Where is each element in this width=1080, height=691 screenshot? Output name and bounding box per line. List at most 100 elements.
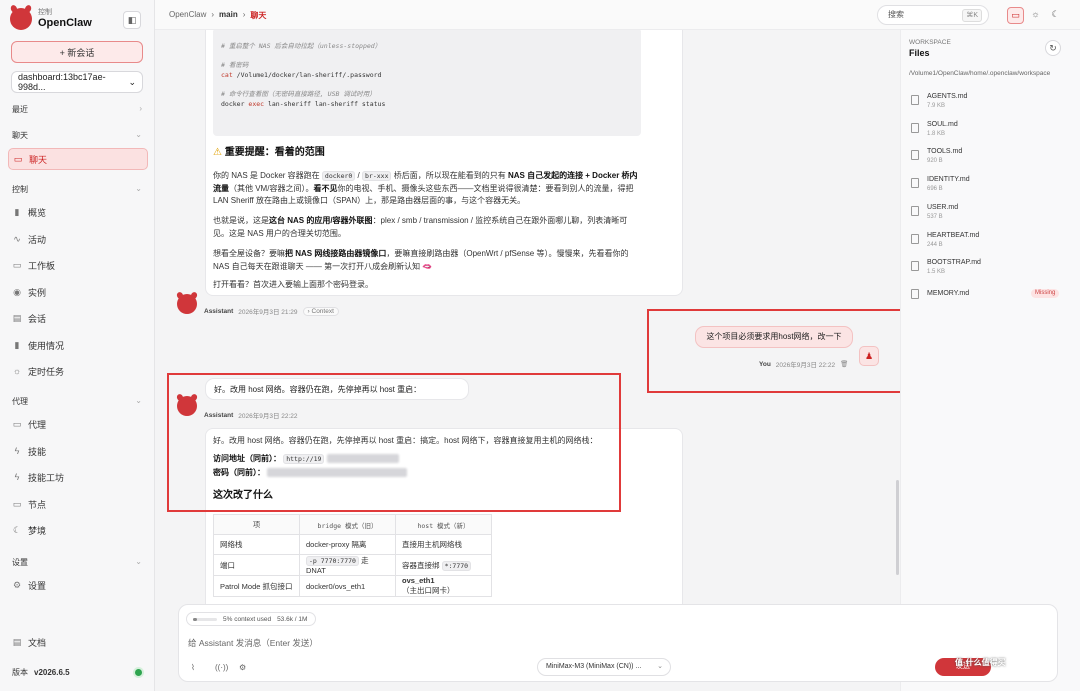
chevron-down-icon: ⌄ [657, 663, 663, 670]
sidebar-item-label: 会话 [28, 313, 47, 324]
session-select[interactable]: dashboard:13bc17ae-998d... ⌄ [11, 71, 143, 93]
refresh-icon[interactable]: ↻ [1045, 40, 1061, 56]
table-cell: docker-proxy 隔离 [299, 534, 396, 555]
breadcrumb-agent[interactable]: main [219, 10, 238, 21]
table-row: Patrol Mode 抓包接口 docker0/ovs_eth1 ovs_et… [213, 575, 492, 597]
message-input[interactable]: 给 Assistant 发消息（Enter 发送） [188, 637, 318, 649]
sidebar-item-sessions[interactable]: ▤ 会话 [8, 308, 148, 328]
table-header: bridge 模式（旧） [299, 514, 396, 535]
token-count: 53.6k / 1M [277, 615, 308, 623]
code-line: # 重启整个 NAS 后会自动拉起（unless-stopped） [221, 42, 382, 50]
folder-icon: ▭ [12, 418, 22, 429]
model-select[interactable]: MiniMax-M3 (MiniMax (CN)) ... ⌄ [537, 658, 671, 676]
code-line: cat /Volume1/docker/lan-sheriff/.passwor… [221, 70, 382, 79]
file-name: TOOLS.md [927, 148, 963, 156]
chat-thread: # 重启整个 NAS 后会自动拉起（unless-stopped） # 看密码 c… [155, 30, 900, 605]
file-item[interactable]: IDENTITY.md 696 B [911, 176, 1071, 196]
sidebar-item-usage[interactable]: ▮ 使用情况 [8, 335, 148, 355]
brand-subtitle: 控制 [38, 9, 52, 16]
code-line: # 看密码 [221, 61, 249, 70]
new-chat-button[interactable]: + 新会话 [11, 41, 143, 63]
microphone-icon[interactable]: ((·)) [215, 663, 228, 672]
paragraph: 想看全屋设备？要嘛把 NAS 网线接路由器镜像口，要嘛直接刷路由器（OpenWr… [213, 249, 629, 271]
sun-icon: ☼ [12, 366, 22, 376]
file-icon [911, 122, 919, 133]
breadcrumb-current: 聊天 [250, 11, 267, 20]
file-size: 244 B [927, 241, 943, 248]
sidebar-item-label: 节点 [28, 499, 47, 510]
sidebar-item-label: 定时任务 [28, 366, 65, 377]
document-icon: ▤ [12, 312, 22, 323]
file-icon [911, 178, 919, 189]
code-block[interactable]: # 重启整个 NAS 后会自动拉起（unless-stopped） # 看密码 c… [213, 30, 641, 136]
sidebar-item-skills[interactable]: ϟ 技能 [8, 441, 148, 461]
inline-code: -p 7770:7770 [306, 556, 359, 566]
brand[interactable]: 控制 OpenClaw [10, 8, 92, 30]
file-icon [911, 288, 919, 299]
session-value: dashboard:13bc17ae-998d... [18, 72, 106, 92]
file-item[interactable]: BOOTSTRAP.md 1.5 KB [911, 259, 1071, 279]
monitor-icon: ▭ [12, 498, 22, 509]
sidebar-item-overview[interactable]: ▮ 概览 [8, 202, 148, 222]
gear-icon[interactable]: ⚙ [239, 663, 246, 672]
file-item[interactable]: SOUL.md 1.8 KB [911, 121, 1071, 141]
chevron-right-icon: › [139, 104, 142, 113]
sidebar-item-chat[interactable]: ▭ 聊天 [8, 148, 148, 170]
breadcrumb-root[interactable]: OpenClaw [169, 10, 206, 21]
file-item[interactable]: MEMORY.md Missing [911, 287, 1071, 307]
file-icon [911, 205, 919, 216]
paragraph: 你的 NAS 是 Docker 容器跑在 docker0 / br-xxx 桥后… [213, 171, 638, 205]
sidebar-item-instances[interactable]: ◉ 实例 [8, 282, 148, 302]
sidebar-item-agents[interactable]: ▭ 代理 [8, 414, 148, 434]
password-line: 密码（同前）： [213, 467, 643, 480]
code-line: # 命令行查看图（无密码直接路径, USB 调试时用） [221, 89, 376, 98]
chevron-down-icon: ⌄ [135, 557, 142, 566]
address-value[interactable]: http://19 [283, 454, 325, 464]
sun-icon[interactable]: ☼ [1027, 7, 1044, 24]
paperclip-icon[interactable]: ⌇ [191, 663, 195, 672]
status-dot-icon [135, 669, 142, 676]
bar-chart-icon: ▮ [14, 339, 20, 350]
sidebar-item-label: 活动 [28, 234, 47, 245]
file-icon [911, 95, 919, 105]
section-chat[interactable]: 聊天 ⌄ [12, 130, 142, 141]
composer: 5% context used 53.6k / 1M 给 Assistant 发… [178, 604, 1058, 682]
inline-code: *:7770 [441, 560, 472, 571]
file-size: 1.5 KB [927, 269, 946, 276]
sidebar-item-docs[interactable]: ▤ 文档 [8, 632, 148, 652]
file-name: MEMORY.md [927, 289, 970, 297]
warning-icon: ⚠ [213, 147, 222, 158]
sidebar-item-skill-workshop[interactable]: ϟ 技能工坊 [8, 467, 148, 487]
sidebar-item-settings[interactable]: ⚙ 设置 [8, 575, 148, 595]
chevron-down-icon: ⌄ [135, 130, 142, 139]
inline-code: docker0 [321, 171, 356, 181]
section-recent[interactable]: 最近 › [12, 104, 142, 115]
scrollbar[interactable] [896, 480, 899, 575]
trash-icon[interactable]: 🗑 [840, 360, 848, 368]
sidebar-item-workboard[interactable]: ▭ 工作板 [8, 255, 148, 275]
collapse-sidebar-icon[interactable]: ◧ [123, 11, 141, 29]
file-item[interactable]: USER.md 537 B [911, 204, 1071, 224]
sidebar-item-dreams[interactable]: ☾ 梦境 [8, 520, 148, 540]
search-input[interactable]: 搜索 ⌘K [877, 5, 989, 25]
moon-icon[interactable]: ☾ [1047, 7, 1064, 24]
panel-title: Files [909, 48, 930, 58]
section-control[interactable]: 控制 ⌄ [12, 184, 142, 195]
radio-icon: ◉ [13, 286, 21, 297]
file-size: 696 B [927, 186, 943, 193]
sidebar-item-nodes[interactable]: ▭ 节点 [8, 494, 148, 514]
sidebar-item-label: 使用情况 [28, 340, 65, 351]
file-item[interactable]: AGENTS.md 7.9 KB [911, 93, 1071, 113]
file-item[interactable]: TOOLS.md 920 B [911, 148, 1071, 168]
file-item[interactable]: HEARTBEAT.md 244 B [911, 232, 1071, 252]
sidebar-item-cron[interactable]: ☼ 定时任务 [8, 361, 148, 381]
monitor-icon[interactable]: ▭ [1007, 7, 1024, 24]
sidebar-item-label: 聊天 [29, 154, 48, 165]
table-cell: Patrol Mode 抓包接口 [213, 575, 300, 597]
section-settings[interactable]: 设置 ⌄ [12, 557, 142, 568]
section-agent[interactable]: 代理 ⌄ [12, 396, 142, 407]
context-chip[interactable]: › Context [302, 306, 339, 316]
sidebar-item-activity[interactable]: ∿ 活动 [8, 229, 148, 249]
sender-name: Assistant [204, 307, 234, 315]
